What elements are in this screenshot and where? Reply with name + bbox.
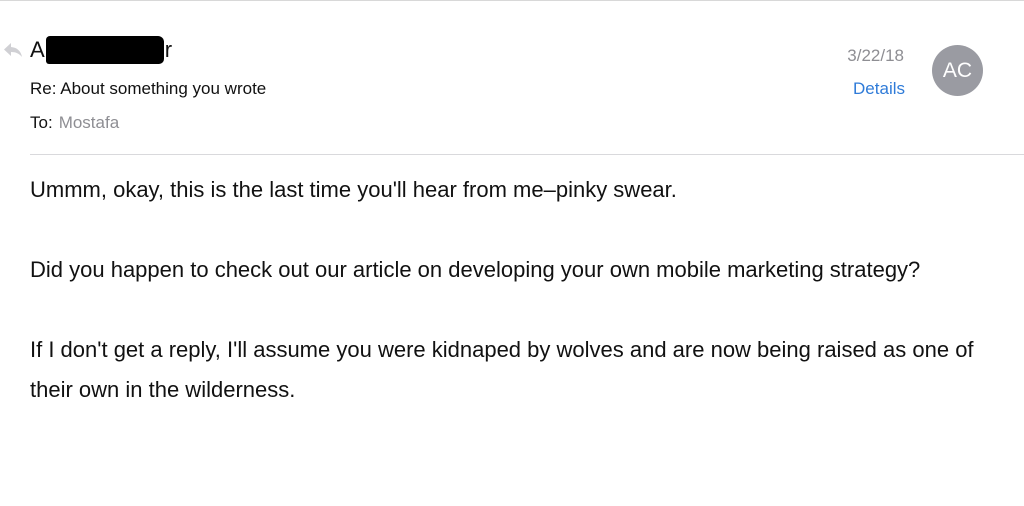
body-paragraph: Did you happen to check out our article … (30, 257, 921, 282)
body-paragraph: Ummm, okay, this is the last time you'll… (30, 177, 677, 202)
avatar[interactable]: AC (932, 45, 983, 96)
sender-name: A r (30, 35, 172, 65)
recipient-row: To: Mostafa (30, 113, 119, 133)
header-divider (30, 154, 1024, 155)
body-paragraph: If I don't get a reply, I'll assume you … (30, 337, 974, 402)
recipient-name[interactable]: Mostafa (59, 113, 119, 132)
sender-name-prefix: A (30, 37, 45, 62)
message-date: 3/22/18 (847, 46, 904, 65)
reply-arrow-icon (2, 41, 24, 59)
message-header: A r Re: About something you wrote To: Mos… (0, 0, 1024, 155)
sender-name-suffix: r (164, 37, 173, 62)
to-label: To: (30, 113, 53, 132)
avatar-initials: AC (942, 58, 973, 82)
message-subject: Re: About something you wrote (30, 79, 267, 98)
redaction-mark (45, 36, 164, 64)
details-link[interactable]: Details (853, 79, 905, 99)
message-body: Ummm, okay, this is the last time you'll… (30, 170, 990, 450)
